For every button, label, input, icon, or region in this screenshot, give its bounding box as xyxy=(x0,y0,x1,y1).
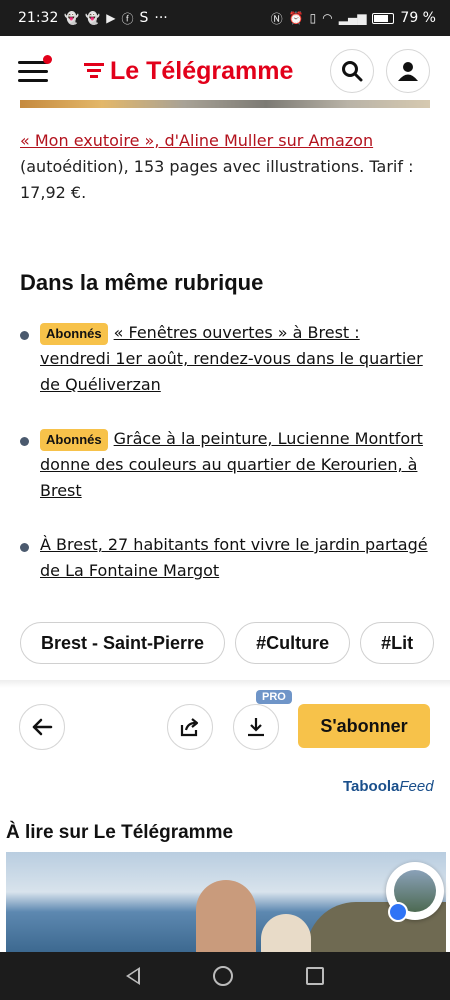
pro-badge: PRO xyxy=(256,690,292,704)
tag-list: Brest - Saint-Pierre #Culture #Lit xyxy=(20,622,450,664)
brand-logo[interactable]: Le Télégramme xyxy=(84,57,293,86)
article-link[interactable]: À Brest, 27 habitants font vivre le jard… xyxy=(40,535,428,580)
subscriber-badge: Abonnés xyxy=(40,429,108,451)
nav-back-icon[interactable] xyxy=(126,967,141,985)
nav-recents-icon[interactable] xyxy=(305,967,324,985)
menu-icon[interactable] xyxy=(18,55,52,83)
alarm-icon: ⏰ xyxy=(288,11,304,25)
chat-head-bubble[interactable] xyxy=(386,862,444,922)
section-title: Dans la même rubrique xyxy=(20,270,264,295)
bullet-icon xyxy=(20,543,29,552)
list-item[interactable]: À Brest, 27 habitants font vivre le jard… xyxy=(20,532,432,584)
messenger-icon xyxy=(388,902,408,922)
battery-level: 79 % xyxy=(400,10,436,26)
back-arrow-icon xyxy=(32,718,53,736)
notification-dot xyxy=(43,55,52,64)
share-button[interactable] xyxy=(167,704,213,750)
signal-icon: ▂▄▆ xyxy=(338,11,367,25)
article-image-bottom xyxy=(20,100,430,108)
download-icon xyxy=(248,718,264,737)
amazon-link[interactable]: « Mon exutoire », d'Aline Muller sur Ama… xyxy=(20,131,373,150)
vibrate-icon: ▯ xyxy=(309,11,317,25)
status-more: ··· xyxy=(154,10,168,26)
brand-mark-icon xyxy=(84,61,104,81)
system-nav-bar xyxy=(0,952,450,1000)
credit-text: (autoédition), 153 pages avec illustrati… xyxy=(20,157,414,202)
taboola-logo[interactable]: TaboolaFeed xyxy=(343,778,434,795)
carrier-glyph: S xyxy=(139,10,149,26)
search-icon xyxy=(342,61,363,82)
facebook-icon: ⓕ xyxy=(121,11,134,26)
tag-chip[interactable]: Brest - Saint-Pierre xyxy=(20,622,226,664)
subscribe-button[interactable]: S'abonner xyxy=(298,704,430,748)
related-articles: Abonnés « Fenêtres ouvertes » à Brest : v… xyxy=(20,320,432,612)
wifi-icon: ◠ xyxy=(322,11,333,25)
toolbar-divider xyxy=(0,680,450,688)
nav-home-icon[interactable] xyxy=(212,966,233,986)
status-time: 21:32 xyxy=(18,10,59,26)
account-icon xyxy=(398,62,418,81)
back-button[interactable] xyxy=(19,704,65,750)
battery-icon xyxy=(372,12,395,24)
share-icon xyxy=(180,718,199,737)
bullet-icon xyxy=(20,331,29,340)
status-bar: 21:32 👻 👻 ▶ ⓕ S ··· Ⓝ ⏰ ▯ ◠ ▂▄▆ 79 % xyxy=(0,0,450,36)
youtube-icon: ▶ xyxy=(106,11,116,25)
list-item[interactable]: Abonnés Grâce à la peinture, Lucienne Mon… xyxy=(20,426,432,504)
list-item[interactable]: Abonnés « Fenêtres ouvertes » à Brest : v… xyxy=(20,320,432,398)
app-header: Le Télégramme xyxy=(0,36,450,106)
download-button[interactable] xyxy=(233,704,279,750)
tag-chip[interactable]: #Culture xyxy=(235,622,351,664)
search-button[interactable] xyxy=(330,49,374,93)
bullet-icon xyxy=(20,437,29,446)
tag-chip[interactable]: #Lit xyxy=(360,622,435,664)
feed-article-image[interactable] xyxy=(6,852,446,952)
book-credit: « Mon exutoire », d'Aline Muller sur Ama… xyxy=(20,128,432,206)
nfc-icon: Ⓝ xyxy=(270,11,283,26)
article-toolbar: PRO S'abonner xyxy=(0,690,450,754)
snapchat-icon: 👻 xyxy=(85,11,101,25)
feed-title: À lire sur Le Télégramme xyxy=(6,822,234,843)
subscriber-badge: Abonnés xyxy=(40,323,108,345)
brand-name: Le Télégramme xyxy=(110,56,294,85)
snapchat-icon: 👻 xyxy=(64,11,80,25)
account-button[interactable] xyxy=(386,49,430,93)
